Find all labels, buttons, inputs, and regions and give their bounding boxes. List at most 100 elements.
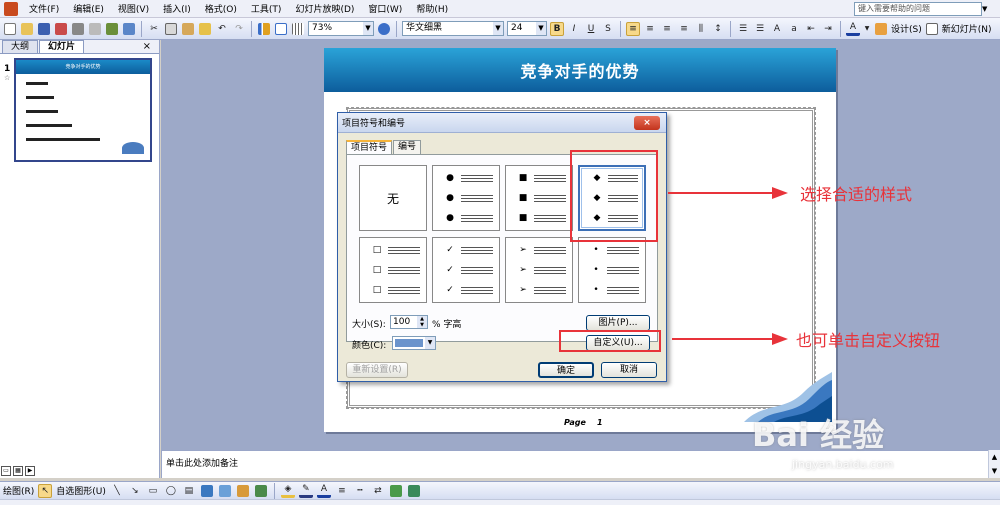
3d-icon[interactable] <box>407 484 421 498</box>
reset-button[interactable]: 重新设置(R) <box>346 362 408 378</box>
chevron-down-icon[interactable]: ▼ <box>863 22 871 36</box>
menu-tools[interactable]: 工具(T) <box>244 2 289 15</box>
line-style-icon[interactable]: ≡ <box>335 484 349 498</box>
wordart-icon[interactable] <box>200 484 214 498</box>
bullet-style-checkmark[interactable]: ✓ ✓ ✓ <box>432 237 500 303</box>
slide-title[interactable]: 竞争对手的优势 <box>520 58 639 82</box>
line-spacing-icon[interactable]: ↕ <box>711 22 725 36</box>
bold-button[interactable]: B <box>550 21 564 36</box>
zoom-select[interactable]: 73% ▼ <box>308 21 374 36</box>
cut-icon[interactable]: ✂ <box>147 22 161 36</box>
scroll-up-icon[interactable]: ▲ <box>989 450 1000 464</box>
print-icon[interactable] <box>71 22 85 36</box>
font-select[interactable]: 华文细黑 ▼ <box>402 21 504 36</box>
copy-icon[interactable] <box>164 22 178 36</box>
line-color-icon[interactable]: ✎ <box>298 484 313 498</box>
cancel-button[interactable]: 取消 <box>601 362 657 378</box>
numbering-icon[interactable]: ☰ <box>736 22 750 36</box>
new-slide-button[interactable]: 新幻灯片(N) <box>942 22 992 35</box>
select-objects-icon[interactable]: ↖ <box>38 483 53 498</box>
tab-slides[interactable]: 幻灯片 <box>39 40 85 53</box>
shadow-button[interactable]: S <box>601 22 615 36</box>
bullet-style-arrowhead[interactable]: ➢ ➢ ➢ <box>505 237 573 303</box>
slideshow-view-icon[interactable]: ▶ <box>25 466 35 476</box>
distribute-icon[interactable]: ⫼ <box>694 22 708 36</box>
bullets-icon[interactable]: ☰ <box>753 22 767 36</box>
italic-button[interactable]: I <box>567 22 581 36</box>
chevron-down-icon[interactable]: ▼ <box>363 22 373 35</box>
menu-view[interactable]: 视图(V) <box>111 2 156 15</box>
menu-file[interactable]: 文件(F) <box>22 2 66 15</box>
tab-numbering[interactable]: 编号 <box>393 140 422 154</box>
normal-view-icon[interactable]: ▭ <box>1 466 11 476</box>
close-button[interactable]: × <box>634 116 660 130</box>
close-icon[interactable]: × <box>143 40 151 54</box>
font-color-icon[interactable]: A <box>846 22 860 36</box>
research-icon[interactable] <box>122 22 136 36</box>
chevron-down-icon[interactable]: ▼ <box>536 22 546 35</box>
paste-icon[interactable] <box>181 22 195 36</box>
draw-menu-button[interactable]: 绘图(R) <box>3 484 34 497</box>
clipart-icon[interactable] <box>236 484 250 498</box>
menu-edit[interactable]: 编辑(E) <box>66 2 111 15</box>
sorter-view-icon[interactable]: ▦ <box>13 466 23 476</box>
help-icon[interactable] <box>377 22 391 36</box>
new-document-icon[interactable] <box>3 22 17 36</box>
diagram-icon[interactable] <box>218 484 232 498</box>
font-size-select[interactable]: 24 ▼ <box>507 21 547 36</box>
bullet-style-small-dot[interactable]: • • • <box>578 237 646 303</box>
picture-icon[interactable] <box>254 484 268 498</box>
print-preview-icon[interactable] <box>88 22 102 36</box>
help-search-input[interactable]: 键入需要帮助的问题 <box>854 2 982 16</box>
permission-icon[interactable] <box>54 22 68 36</box>
new-slide-icon[interactable] <box>925 22 939 36</box>
stepper-arrows-icon[interactable]: ▲ ▼ <box>417 316 427 328</box>
chevron-down-icon[interactable]: ▼ <box>425 337 435 349</box>
oval-icon[interactable]: ◯ <box>164 484 178 498</box>
insert-table-icon[interactable] <box>274 22 288 36</box>
size-stepper[interactable]: 100 ▲ ▼ <box>390 315 428 329</box>
bullet-style-filled-circle[interactable]: ● ● ● <box>432 165 500 231</box>
show-grid-icon[interactable] <box>291 22 305 36</box>
shadow-icon[interactable] <box>389 484 403 498</box>
chevron-down-icon[interactable]: ▼ <box>493 22 503 35</box>
underline-button[interactable]: U <box>584 22 598 36</box>
notes-pane[interactable]: 单击此处添加备注 <box>161 450 988 478</box>
menu-insert[interactable]: 插入(I) <box>156 2 198 15</box>
format-painter-icon[interactable] <box>198 22 212 36</box>
tab-bullets[interactable]: 项目符号 <box>346 140 393 154</box>
font-color-icon[interactable]: A <box>316 484 331 498</box>
scroll-down-icon[interactable]: ▼ <box>989 464 1000 478</box>
color-picker[interactable]: ▼ <box>392 336 436 350</box>
redo-icon[interactable]: ↷ <box>232 22 246 36</box>
open-folder-icon[interactable] <box>20 22 34 36</box>
save-icon[interactable] <box>37 22 51 36</box>
bullet-style-none[interactable]: 无 <box>359 165 427 231</box>
undo-icon[interactable]: ↶ <box>215 22 229 36</box>
arrow-style-icon[interactable]: ⇄ <box>371 484 385 498</box>
design-button[interactable]: 设计(S) <box>891 22 922 35</box>
align-center-icon[interactable]: ≡ <box>643 22 657 36</box>
arrow-icon[interactable]: ↘ <box>128 484 142 498</box>
fill-color-icon[interactable]: ◈ <box>280 484 295 498</box>
increase-indent-icon[interactable]: ⇥ <box>821 22 835 36</box>
decrease-indent-icon[interactable]: ⇤ <box>804 22 818 36</box>
justify-icon[interactable]: ≡ <box>677 22 691 36</box>
line-icon[interactable]: ╲ <box>110 484 124 498</box>
dash-style-icon[interactable]: ┅ <box>353 484 367 498</box>
textbox-icon[interactable]: ▤ <box>182 484 196 498</box>
menu-window[interactable]: 窗口(W) <box>361 2 409 15</box>
increase-font-icon[interactable]: A <box>770 22 784 36</box>
align-right-icon[interactable]: ≡ <box>660 22 674 36</box>
align-left-icon[interactable]: ≡ <box>626 21 640 36</box>
rectangle-icon[interactable]: ▭ <box>146 484 160 498</box>
chevron-down-icon[interactable]: ▼ <box>982 2 992 16</box>
slide-thumbnail[interactable]: 竞争对手的优势 <box>14 58 152 162</box>
bullet-style-hollow-square[interactable]: □ □ □ <box>359 237 427 303</box>
spelling-icon[interactable] <box>105 22 119 36</box>
menu-help[interactable]: 帮助(H) <box>409 2 455 15</box>
ok-button[interactable]: 确定 <box>538 362 594 378</box>
menu-format[interactable]: 格式(O) <box>198 2 244 15</box>
menu-slideshow[interactable]: 幻灯片放映(D) <box>288 2 361 15</box>
picture-button[interactable]: 图片(P)... <box>586 315 650 331</box>
